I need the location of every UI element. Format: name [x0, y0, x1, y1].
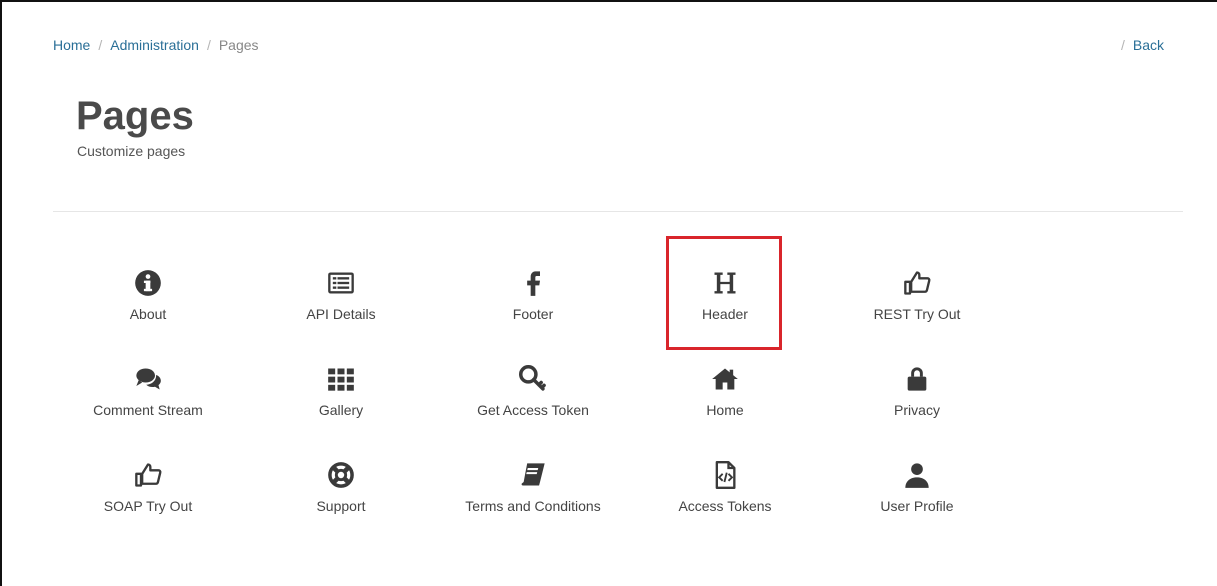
- tile-label: Gallery: [318, 402, 364, 418]
- tile-label: SOAP Try Out: [103, 498, 193, 514]
- thumbs-up-pointing-icon: [58, 461, 238, 495]
- tile-label: Privacy: [894, 402, 940, 418]
- home-icon: [635, 365, 815, 399]
- code-file-icon: [635, 461, 815, 495]
- tile-user-profile[interactable]: User Profile: [827, 454, 1007, 534]
- tile-label: About: [129, 306, 167, 322]
- breadcrumb-home-link[interactable]: Home: [53, 37, 90, 53]
- tile-footer[interactable]: Footer: [443, 262, 623, 342]
- comments-icon: [58, 365, 238, 399]
- tile-api-details[interactable]: API Details: [251, 262, 431, 342]
- tile-label: Support: [316, 498, 366, 514]
- tile-label: Comment Stream: [93, 402, 203, 418]
- grid-icon: [251, 365, 431, 399]
- tile-support[interactable]: Support: [251, 454, 431, 534]
- thumbs-up-pointing-icon: [827, 269, 1007, 303]
- info-circle-icon: [58, 269, 238, 303]
- tile-label: Home: [706, 402, 744, 418]
- tile-label: Footer: [512, 306, 554, 322]
- tile-label: Terms and Conditions: [465, 498, 601, 514]
- tile-terms-and-conditions[interactable]: Terms and Conditions: [443, 454, 623, 534]
- facebook-f-icon: [443, 269, 623, 303]
- breadcrumb: Home / Administration / Pages: [53, 37, 259, 53]
- header-tile-highlight: [666, 236, 782, 350]
- key-icon: [443, 365, 623, 399]
- back-separator: /: [1120, 37, 1125, 53]
- tile-about[interactable]: About: [58, 262, 238, 342]
- tile-label: API Details: [306, 306, 376, 322]
- page-title: Pages: [76, 94, 194, 138]
- list-card-icon: [251, 269, 431, 303]
- tile-rest-try-out[interactable]: REST Try Out: [827, 262, 1007, 342]
- tile-access-tokens[interactable]: Access Tokens: [635, 454, 815, 534]
- tile-label: Access Tokens: [678, 498, 772, 514]
- breadcrumb-administration-link[interactable]: Administration: [110, 37, 199, 53]
- tile-label: User Profile: [880, 498, 954, 514]
- breadcrumb-separator: /: [206, 37, 211, 53]
- page-subtitle: Customize pages: [77, 143, 186, 159]
- book-icon: [443, 461, 623, 495]
- back-nav: / Back: [1121, 37, 1164, 53]
- life-ring-icon: [251, 461, 431, 495]
- tile-label: Get Access Token: [477, 402, 589, 418]
- back-link[interactable]: Back: [1133, 37, 1164, 53]
- header-divider: [53, 211, 1183, 212]
- tile-gallery[interactable]: Gallery: [251, 358, 431, 438]
- lock-icon: [827, 365, 1007, 399]
- tile-get-access-token[interactable]: Get Access Token: [443, 358, 623, 438]
- user-icon: [827, 461, 1007, 495]
- tile-privacy[interactable]: Privacy: [827, 358, 1007, 438]
- tile-comment-stream[interactable]: Comment Stream: [58, 358, 238, 438]
- tile-soap-try-out[interactable]: SOAP Try Out: [58, 454, 238, 534]
- breadcrumb-current: Pages: [218, 37, 259, 53]
- tile-home[interactable]: Home: [635, 358, 815, 438]
- breadcrumb-separator: /: [98, 37, 103, 53]
- tile-label: REST Try Out: [873, 306, 961, 322]
